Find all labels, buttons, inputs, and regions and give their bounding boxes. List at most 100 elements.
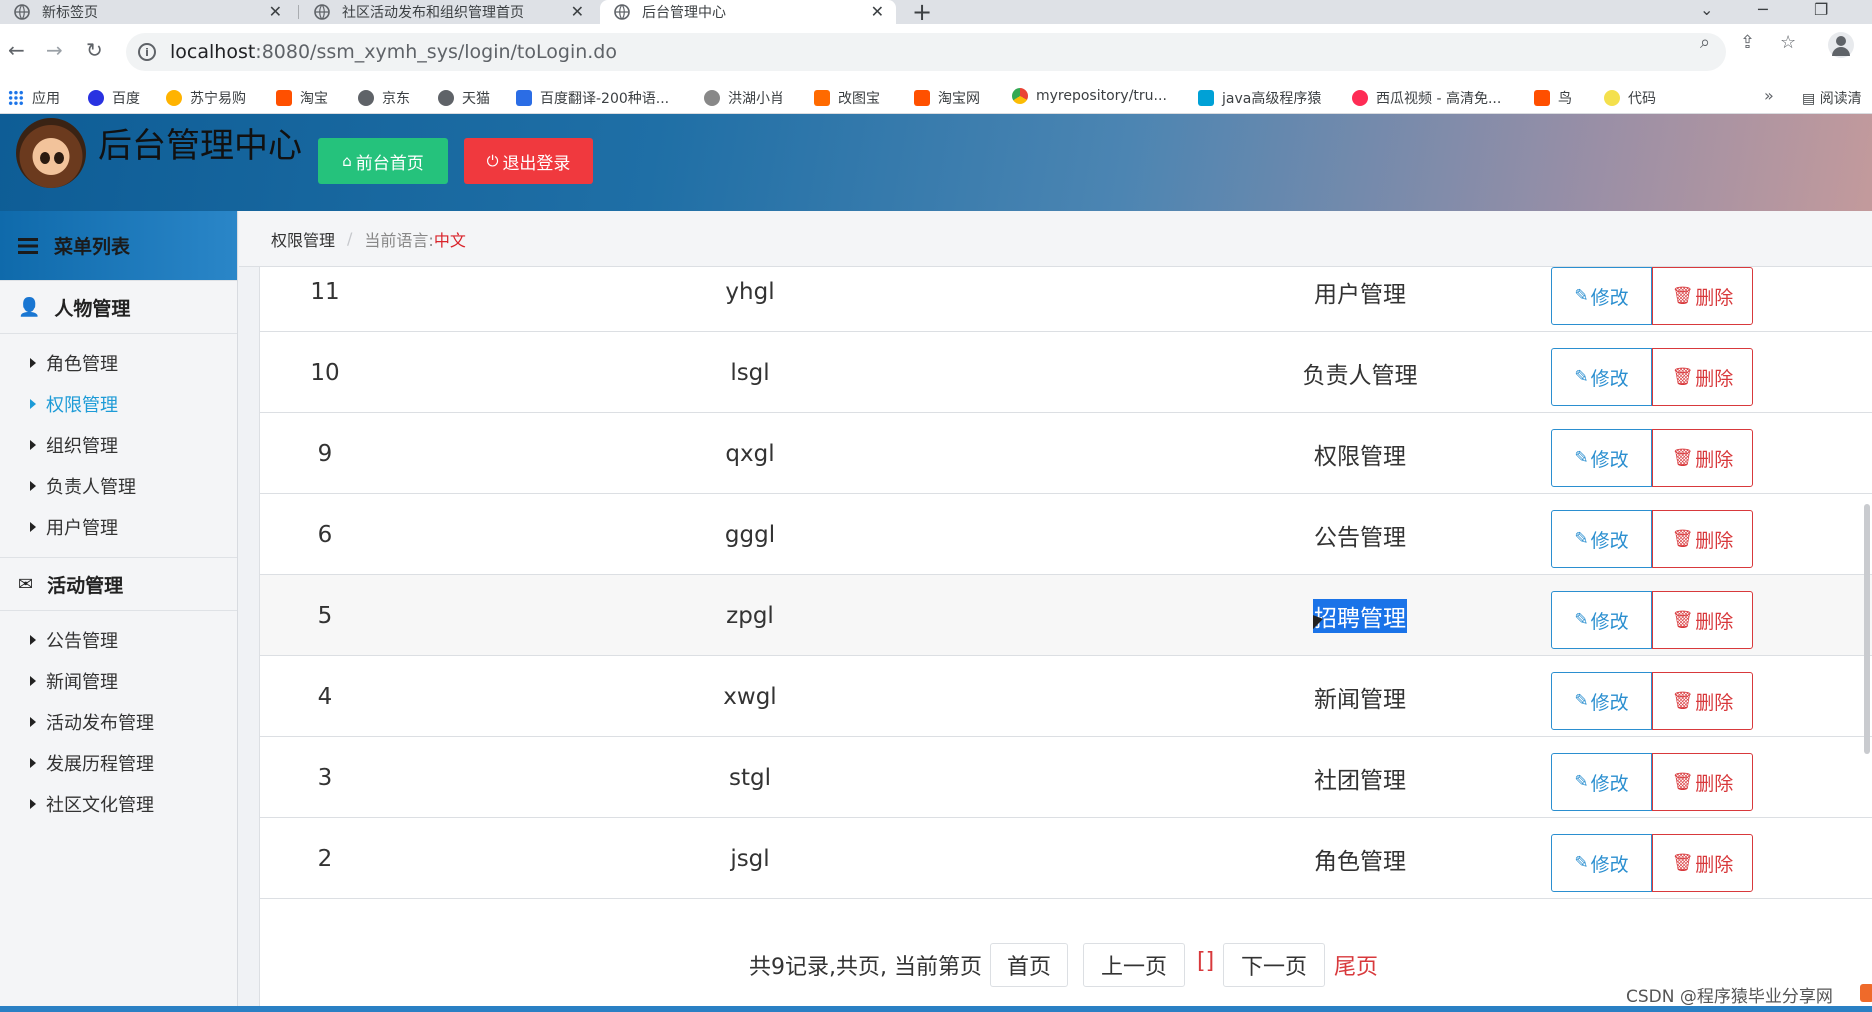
bookmark-item[interactable]: 京东	[358, 88, 410, 108]
url-field[interactable]: i localhost:8080/ssm_xymh_sys/login/toLo…	[126, 33, 1726, 71]
bookmark-item[interactable]: 改图宝	[814, 88, 880, 108]
bookmark-item[interactable]: 苏宁易购	[166, 88, 246, 108]
sidebar-group-items: 公告管理 新闻管理 活动发布管理 发展历程管理 社区文化管理	[0, 611, 237, 834]
address-bar: ← → ↻ i localhost:8080/ssm_xymh_sys/logi…	[0, 24, 1872, 80]
first-page-button[interactable]: 首页	[990, 943, 1068, 987]
trash-icon: 🗑	[1671, 610, 1694, 630]
minimize-icon[interactable]: ─	[1758, 0, 1768, 19]
site-info-icon[interactable]: i	[138, 43, 156, 61]
sidebar-item-user[interactable]: 用户管理	[0, 506, 237, 547]
bookmark-label: 鸟	[1558, 91, 1572, 107]
forward-icon[interactable]: →	[46, 38, 63, 62]
edit-button[interactable]: ✎ 修改	[1551, 672, 1652, 730]
prev-page-button[interactable]: 上一页	[1083, 943, 1185, 987]
browser-tab-active[interactable]: 后台管理中心 ✕	[600, 0, 896, 24]
sidebar-item-activity-publish[interactable]: 活动发布管理	[0, 701, 237, 742]
watermark: CSDN @程序猿毕业分享网	[1626, 987, 1833, 1007]
delete-button[interactable]: 🗑 删除	[1652, 267, 1753, 325]
delete-label: 删除	[1695, 853, 1734, 876]
sidebar-item-news[interactable]: 新闻管理	[0, 660, 237, 701]
close-tab-icon[interactable]: ✕	[269, 2, 282, 21]
reload-icon[interactable]: ↻	[86, 38, 103, 62]
edit-icon: ✎	[1574, 286, 1589, 306]
close-tab-icon[interactable]: ✕	[571, 2, 584, 21]
sidebar-item-notice[interactable]: 公告管理	[0, 619, 237, 660]
bookmark-item[interactable]: myrepository/tru...	[1012, 88, 1167, 104]
bookmark-item[interactable]: 洪湖小肖	[704, 88, 784, 108]
zoom-icon[interactable]: ⌕	[1700, 32, 1710, 53]
back-icon[interactable]: ←	[8, 38, 25, 62]
url-path: :8080/ssm_xymh_sys/login/toLogin.do	[255, 41, 617, 63]
edit-icon: ✎	[1574, 610, 1589, 630]
home-icon: ⌂	[342, 152, 352, 170]
bookmark-label: 洪湖小肖	[728, 91, 784, 107]
cell-code: gggl	[724, 521, 776, 548]
edit-button[interactable]: ✎ 修改	[1551, 510, 1652, 568]
delete-button[interactable]: 🗑 删除	[1652, 348, 1753, 406]
browser-tab[interactable]: 社区活动发布和组织管理首页 ✕	[300, 0, 596, 24]
edit-icon: ✎	[1574, 691, 1589, 711]
sidebar-item-culture[interactable]: 社区文化管理	[0, 783, 237, 824]
delete-button[interactable]: 🗑 删除	[1652, 591, 1753, 649]
close-tab-icon[interactable]: ✕	[871, 2, 884, 21]
play-icon	[1352, 90, 1368, 106]
sidebar-item-manager[interactable]: 负责人管理	[0, 465, 237, 506]
sidebar-group-items: 角色管理 权限管理 组织管理 负责人管理 用户管理	[0, 334, 237, 557]
sidebar-item-organization[interactable]: 组织管理	[0, 424, 237, 465]
sidebar-item-history[interactable]: 发展历程管理	[0, 742, 237, 783]
url-host: localhost	[170, 41, 256, 63]
edit-label: 修改	[1590, 286, 1629, 309]
bookmark-item[interactable]: 淘宝	[276, 88, 328, 108]
edit-button[interactable]: ✎ 修改	[1551, 591, 1652, 649]
bookmark-item[interactable]: 天猫	[438, 88, 490, 108]
bookmarks-overflow-icon[interactable]: »	[1764, 86, 1774, 105]
sidebar-item-role[interactable]: 角色管理	[0, 342, 237, 383]
edit-button[interactable]: ✎ 修改	[1551, 429, 1652, 487]
delete-button[interactable]: 🗑 删除	[1652, 672, 1753, 730]
bookmark-item[interactable]: 应用	[8, 88, 60, 108]
trash-icon: 🗑	[1671, 367, 1694, 387]
bookmark-item[interactable]: 代码	[1604, 88, 1656, 108]
profile-avatar-icon[interactable]	[1828, 32, 1854, 58]
sidebar-group-people[interactable]: 👤 人物管理	[0, 280, 237, 334]
bookmark-item[interactable]: 百度	[88, 88, 140, 108]
frontend-home-button[interactable]: ⌂ 前台首页	[318, 138, 448, 184]
user-avatar-icon	[704, 90, 720, 106]
cell-code: jsgl	[730, 845, 770, 872]
next-page-button[interactable]: 下一页	[1223, 943, 1325, 987]
new-tab-button[interactable]: +	[912, 0, 932, 26]
edit-button[interactable]: ✎ 修改	[1551, 834, 1652, 892]
cell-name: 用户管理	[1314, 281, 1406, 308]
scrollbar[interactable]	[1864, 504, 1870, 754]
bookmark-item[interactable]: java高级程序猿	[1198, 88, 1321, 108]
delete-button[interactable]: 🗑 删除	[1652, 510, 1753, 568]
bookmark-label: 改图宝	[838, 91, 880, 107]
browser-tab[interactable]: 新标签页 ✕	[0, 0, 294, 24]
caret-right-icon	[30, 439, 36, 450]
bookmark-item[interactable]: 西瓜视频 - 高清免...	[1352, 88, 1501, 108]
table-row: 9 qxgl 权限管理 ✎ 修改 🗑 删除	[260, 413, 1872, 494]
reading-list-button[interactable]: ▤ 阅读清	[1802, 88, 1862, 108]
share-icon[interactable]: ⇪	[1740, 32, 1755, 53]
bookmark-star-icon[interactable]: ☆	[1780, 32, 1796, 53]
logout-button[interactable]: ⏻ 退出登录	[464, 138, 593, 184]
sidebar-group-activity[interactable]: ✉ 活动管理	[0, 557, 237, 611]
bookmark-label: 天猫	[462, 91, 490, 107]
edit-button[interactable]: ✎ 修改	[1551, 348, 1652, 406]
edit-button[interactable]: ✎ 修改	[1551, 753, 1652, 811]
bookmark-item[interactable]: 百度翻译-200种语...	[516, 88, 669, 108]
restore-icon[interactable]: ❐	[1814, 0, 1828, 19]
tab-search-icon[interactable]: ⌄	[1700, 0, 1713, 19]
sidebar-item-permission[interactable]: 权限管理	[0, 383, 237, 424]
delete-button[interactable]: 🗑 删除	[1652, 753, 1753, 811]
selected-text: 招聘管理	[1313, 598, 1407, 633]
table-row: 3 stgl 社团管理 ✎ 修改 🗑 删除	[260, 737, 1872, 818]
bookmark-item[interactable]: 淘宝网	[914, 88, 980, 108]
edit-button[interactable]: ✎ 修改	[1551, 267, 1652, 325]
delete-button[interactable]: 🗑 删除	[1652, 429, 1753, 487]
delete-button[interactable]: 🗑 删除	[1652, 834, 1753, 892]
caret-right-icon	[30, 521, 36, 532]
language-value[interactable]: 中文	[434, 227, 466, 251]
last-page-link[interactable]: 尾页	[1334, 949, 1378, 981]
bookmark-item[interactable]: 鸟	[1534, 88, 1572, 108]
